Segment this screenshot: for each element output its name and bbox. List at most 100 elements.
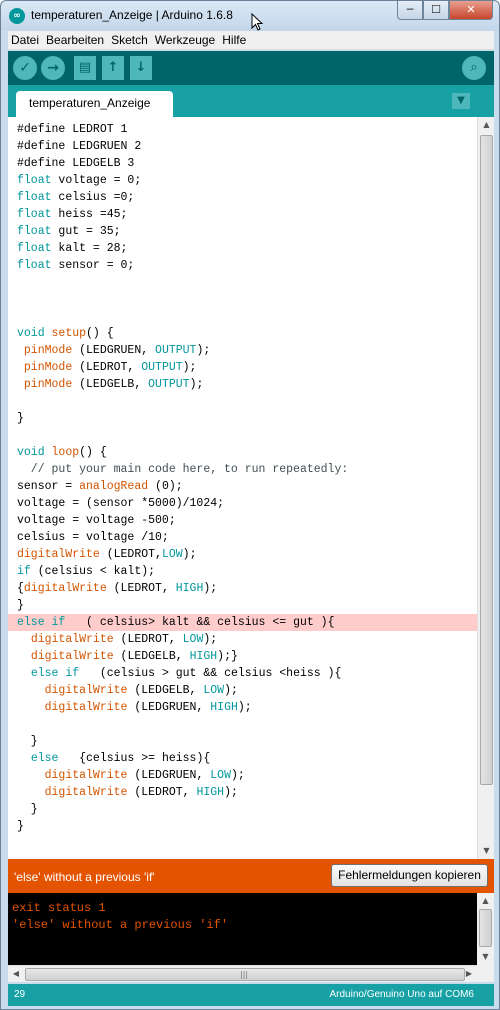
code-line-error: else if ( celsius> kalt && celsius <= gu… [8,614,477,631]
console-scroll-up-arrow-icon[interactable]: ▲ [477,893,494,909]
console-vertical-scrollbar[interactable]: ▲ ▼ [477,893,494,965]
code-token: void [17,446,45,459]
code-line: {digitalWrite (LEDROT, HIGH); [8,580,477,597]
tab-strip: temperaturen_Anzeige ▼ [8,85,494,117]
tab-menu-chevron-down-icon[interactable]: ▼ [452,93,470,109]
menu-sketch[interactable]: Sketch [108,33,151,47]
copy-error-messages-button[interactable]: Fehlermeldungen kopieren [331,864,488,887]
code-token: ); [224,786,238,799]
code-token: setup [51,327,87,340]
console-scroll-thumb[interactable] [479,909,492,947]
code-token: digitalWrite [44,684,128,697]
code-token: (LEDGELB, [113,650,190,663]
code-token: { [17,582,24,595]
code-token: digitalWrite [44,786,128,799]
code-token: HIGH [210,701,238,714]
code-token: sensor = [17,480,80,493]
menu-datei[interactable]: Datei [8,33,42,47]
code-line: float voltage = 0; [8,172,477,189]
toolbar: ✓ → ▤ ↑ ↓ ⌕ [8,51,494,85]
code-token: ); [203,633,218,646]
serial-monitor-button[interactable]: ⌕ [462,56,486,80]
code-token: if [51,616,66,629]
code-line: #define LEDGELB 3 [8,155,477,172]
code-token: #define LEDGELB 3 [17,157,135,170]
code-token: () { [86,327,114,340]
code-token: #define LEDGRUEN 2 [17,140,142,153]
error-bar: 'else' without a previous 'if' Fehlermel… [8,859,494,893]
console-line: 'else' without a previous 'if' [12,918,229,932]
minimize-button[interactable]: ─ [397,1,423,20]
close-button[interactable]: ✕ [449,1,493,20]
code-token: (LEDROT, [72,361,142,374]
code-token: ); [203,582,218,595]
editor-scroll-thumb[interactable] [480,135,493,785]
code-line: digitalWrite (LEDGELB, HIGH);} [8,648,477,665]
code-token: pinMode [23,361,73,374]
code-token: LOW [161,548,183,561]
tab-temperaturen-anzeige[interactable]: temperaturen_Anzeige [16,91,173,117]
ide-window: ∞ temperaturen_Anzeige | Arduino 1.6.8 ─… [0,0,500,1010]
code-editor[interactable]: #define LEDROT 1 #define LEDGRUEN 2 #defin… [8,117,477,859]
code-token: ); [182,361,197,374]
code-token: {celsius >= heiss){ [58,752,211,765]
code-token: float [17,191,52,204]
upload-button[interactable]: → [41,56,65,80]
code-token: celsius =0; [51,191,135,204]
code-line: sensor = analogRead (0); [8,478,477,495]
code-token: kalt = 28; [51,242,128,255]
code-token: LOW [210,769,231,782]
code-token: OUTPUT [155,344,197,357]
code-line: float celsius =0; [8,189,477,206]
code-token: if [65,667,80,680]
console-output[interactable]: exit status 1 'else' without a previous … [8,893,477,965]
scroll-right-arrow-icon[interactable]: ▶ [461,966,477,982]
scroll-left-arrow-icon[interactable]: ◀ [8,966,24,982]
code-line: voltage = voltage -500; [8,512,477,529]
scroll-down-arrow-icon[interactable]: ▼ [478,843,495,859]
console-scroll-down-arrow-icon[interactable]: ▼ [477,949,494,965]
console-horizontal-scrollbar[interactable]: ◀ ||| ▶ [8,965,477,982]
code-token: } [17,412,24,425]
code-token: digitalWrite [30,650,114,663]
code-token: pinMode [23,378,73,391]
scroll-up-arrow-icon[interactable]: ▲ [478,117,495,133]
code-token: sensor = 0; [51,259,135,272]
code-token: () { [79,446,107,459]
new-sketch-button[interactable]: ▤ [74,56,96,80]
menu-bearbeiten[interactable]: Bearbeiten [43,33,107,47]
save-sketch-button[interactable]: ↓ [130,56,152,80]
code-token: loop [51,446,80,459]
code-line: digitalWrite (LEDROT,LOW); [8,546,477,563]
code-token: float [17,225,52,238]
scroll-grip-icon: ||| [240,970,249,979]
menu-werkzeuge[interactable]: Werkzeuge [152,33,218,47]
window-title: temperaturen_Anzeige | Arduino 1.6.8 [31,8,233,22]
code-line: pinMode (LEDGELB, OUTPUT); [8,376,477,393]
code-line: void loop() { [8,444,477,461]
code-token: celsius = voltage /10; [17,531,169,544]
editor-vertical-scrollbar[interactable]: ▲ ▼ [477,117,494,859]
code-token: pinMode [23,344,73,357]
menu-hilfe[interactable]: Hilfe [219,33,249,47]
maximize-button[interactable]: ☐ [423,1,449,20]
code-line: float kalt = 28; [8,240,477,257]
code-token: voltage = voltage -500; [17,514,176,527]
verify-button[interactable]: ✓ [13,56,37,80]
open-sketch-button[interactable]: ↑ [102,56,124,80]
title-bar[interactable]: ∞ temperaturen_Anzeige | Arduino 1.6.8 ─… [1,1,499,31]
horizontal-scroll-thumb[interactable]: ||| [25,968,465,981]
code-token: ); [189,378,204,391]
code-line: digitalWrite (LEDGRUEN, LOW); [8,767,477,784]
code-token: float [17,242,52,255]
code-token: analogRead [79,480,149,493]
